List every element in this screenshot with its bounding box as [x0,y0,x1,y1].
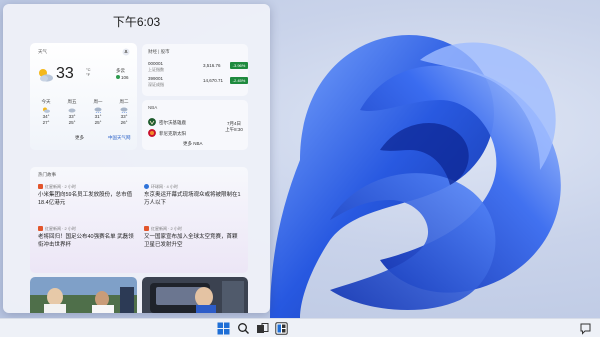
weather-source-link[interactable]: 中国天气网 [108,135,131,141]
forecast-low: 27° [42,120,50,125]
panel-clock: 下午6:03 [112,15,161,29]
windows-start-icon[interactable] [217,322,230,335]
story-item[interactable]: 红星新闻 · 2 小时 小米集团向59名员工发放股份，总市值18.4亿港元 [38,184,136,214]
aqi-icon [116,75,120,79]
partly-cloudy-icon [43,107,50,113]
forecast-day-name: 今天 [41,99,51,104]
widgets-panel: 下午6:03 天气 33 °C °F 多云 106 今天 34° 27° 周五 … [3,4,270,313]
temperature-unit-toggle[interactable]: °C °F [86,67,91,77]
forecast-day: 周五 33° 25° [62,99,82,126]
weather-temperature: 33 [56,65,74,82]
forecast-low: 25° [68,120,76,125]
forecast-day: 周一 31° 25° [88,99,108,126]
stock-value: 14,670.71 [203,78,224,83]
forecast-day: 周二 33° 26° [114,99,134,126]
story-item[interactable]: 红星新闻 · 2 小时 又一国家宣布加入全球太空竞赛，首颗卫星已发射升空 [144,226,242,256]
weather-widget[interactable]: 天气 33 °C °F 多云 106 今天 34° 27° 周五 33° 25°… [30,43,137,150]
forecast-low: 25° [94,120,102,125]
story-headline[interactable]: 又一国家宣布加入全球太空竞赛，首颗卫星已发射升空 [144,234,242,249]
air-quality: 106 [116,75,129,80]
cloudy-icon [68,108,76,113]
stock-name: 深证成指 [148,82,164,87]
weather-condition: 多云 [116,68,125,73]
nba-title: NBA [148,105,158,110]
story-item[interactable]: 红星新闻 · 2 小时 老将回归！国足公布40强赛名单 武磊领衔冲击世界杯 [38,226,136,256]
stock-name: 上证指数 [148,67,164,72]
forecast-day-name: 周一 [93,99,103,104]
pin-icon[interactable] [122,48,130,56]
news-photo-car [142,277,248,313]
story-source-text: 红星新闻 · 2 小时 [45,226,76,231]
rain-icon [94,107,102,113]
partly-cloudy-icon [39,69,53,82]
story-source: 环球网 · 4 小时 [144,184,178,190]
forecast-day-name: 周五 [67,99,77,104]
weather-title: 天气 [38,49,47,54]
story-source: 红星新闻 · 2 小时 [38,226,76,232]
rain-icon [120,107,128,113]
game-time: 上午8:30 [225,127,243,132]
story-source-text: 红星新闻 · 2 小时 [45,184,76,189]
stock-row[interactable]: 000001 上证指数 3,516.76 -3.96% [148,61,248,73]
task-view-icon[interactable] [256,322,269,335]
story-headline[interactable]: 老将回归！国足公布40强赛名单 武磊领衔冲击世界杯 [38,234,136,249]
stock-change-badge: -2.45% [230,77,248,84]
stock-change-badge: -3.96% [230,62,248,69]
nba-widget[interactable]: NBA 密尔沃基雄鹿 菲尼克斯太阳 7月4日 上午8:30 更多 NBA [142,100,248,150]
suns-logo-icon [148,129,156,137]
stock-code: 000001 [148,61,164,66]
team-name: 密尔沃基雄鹿 [159,120,186,125]
news-source-icon [38,184,43,189]
stock-value: 3,516.76 [203,63,221,68]
news-source-icon [144,226,149,231]
forecast-day-name: 周二 [119,99,129,104]
weather-forecast: 今天 34° 27° 周五 33° 25° 周一 31° 25° 周二 33° [30,99,137,129]
weather-more-button[interactable]: 更多 [75,135,84,141]
forecast-day: 今天 34° 27° [36,99,56,126]
team-name: 菲尼克斯太阳 [159,131,186,136]
story-source: 红星新闻 · 2 小时 [38,184,76,190]
stock-code: 399001 [148,76,164,81]
story-source-text: 环球网 · 4 小时 [151,184,178,189]
widgets-icon[interactable] [275,322,288,335]
stocks-title: 财经 | 股市 [148,49,170,54]
unit-fahrenheit[interactable]: °F [86,72,91,77]
notification-icon[interactable] [579,322,592,335]
stocks-widget[interactable]: 财经 | 股市 000001 上证指数 3,516.76 -3.96% 3990… [142,44,248,96]
news-image-card[interactable] [142,277,248,313]
news-photo-football [30,277,137,313]
news-source-icon [144,184,149,189]
stock-row[interactable]: 399001 深证成指 14,670.71 -2.45% [148,76,248,88]
aqi-value: 106 [121,75,129,80]
taskbar [0,318,600,337]
nba-more-button[interactable]: 更多 NBA [183,141,203,147]
story-headline[interactable]: 东京奥运开幕式现场观众或将被限制在1万人以下 [144,192,242,207]
search-icon[interactable] [237,322,250,335]
story-source-text: 红星新闻 · 2 小时 [151,226,182,231]
bucks-logo-icon [148,118,156,126]
story-source: 红星新闻 · 2 小时 [144,226,182,232]
story-headline[interactable]: 小米集团向59名员工发放股份，总市值18.4亿港元 [38,192,136,207]
story-item[interactable]: 环球网 · 4 小时 东京奥运开幕式现场观众或将被限制在1万人以下 [144,184,242,214]
forecast-low: 26° [120,120,128,125]
stories-title: 热门故事 [38,172,56,177]
news-source-icon [38,226,43,231]
top-stories-widget: 热门故事 红星新闻 · 2 小时 小米集团向59名员工发放股份，总市值18.4亿… [30,167,248,273]
news-image-card[interactable] [30,277,137,313]
